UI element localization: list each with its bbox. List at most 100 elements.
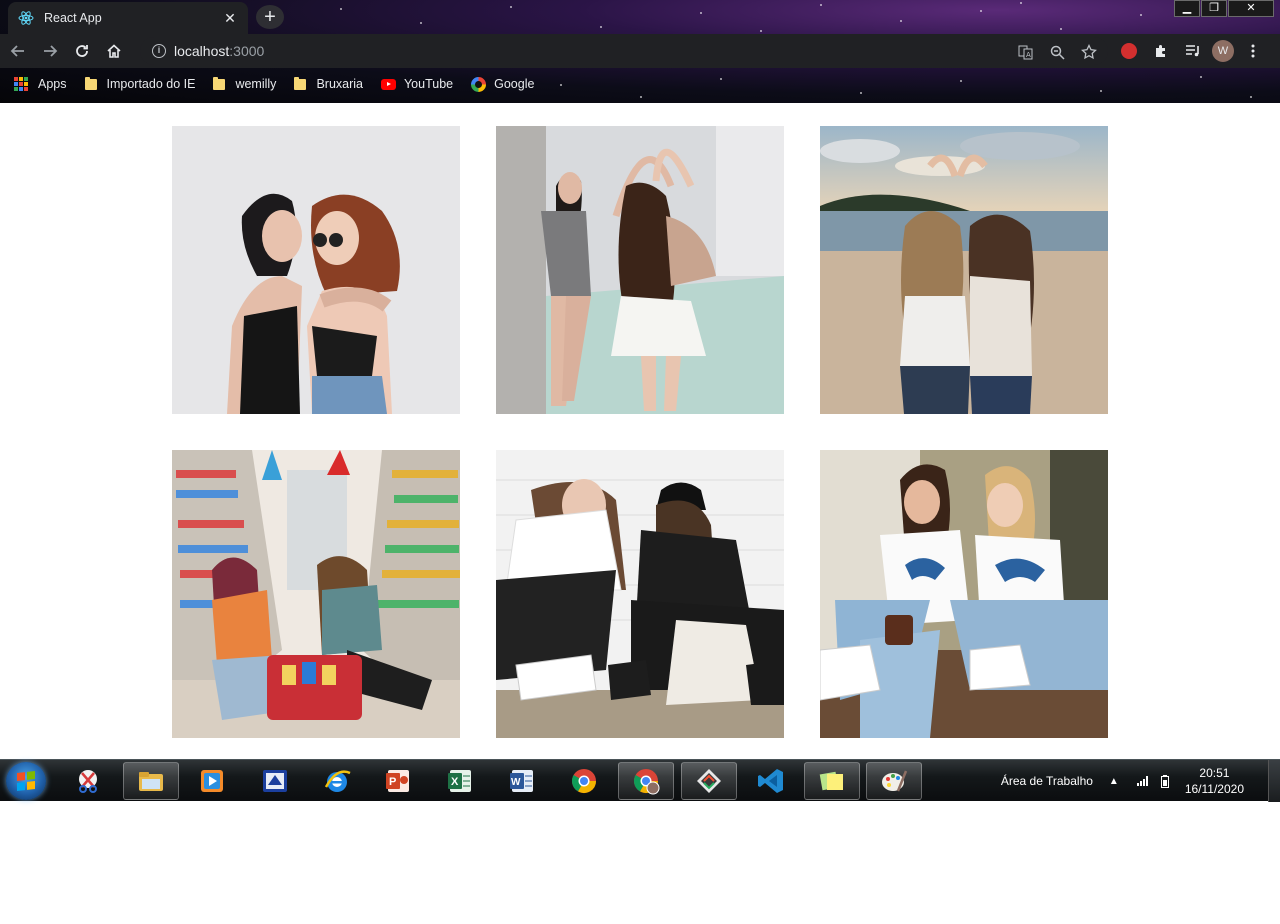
desktop-toolbar-label[interactable]: Área de Trabalho [1001, 774, 1093, 788]
bookmark-label: YouTube [403, 77, 454, 91]
taskbar-vscode[interactable] [743, 762, 799, 800]
info-icon[interactable]: i [152, 44, 166, 58]
profile-avatar[interactable]: W [1212, 40, 1234, 62]
tab-close-icon[interactable]: ✕ [222, 10, 238, 26]
reload-icon [76, 45, 88, 57]
bookmark-label: Importado do IE [106, 77, 196, 91]
zoom-out-icon[interactable] [1046, 41, 1068, 63]
reload-button[interactable] [68, 37, 96, 65]
svg-text:A: A [1026, 51, 1031, 59]
menu-kebab-icon[interactable] [1240, 38, 1266, 64]
extensions-puzzle-icon[interactable] [1148, 38, 1174, 64]
paint-icon [882, 770, 908, 792]
media-control-icon[interactable] [1180, 38, 1206, 64]
url-port: :3000 [229, 43, 265, 59]
bookmark-star-icon[interactable] [1078, 41, 1100, 63]
apps-grid-icon [14, 77, 28, 91]
taskbar-snipping-tool[interactable] [60, 762, 116, 800]
arrow-left-icon [10, 45, 24, 57]
taskbar-paint[interactable] [866, 762, 922, 800]
photo-two-friends-hugging[interactable] [172, 126, 460, 414]
taskbar-git-kraken[interactable] [681, 762, 737, 800]
windows-taskbar: P X W Área de Trabalho ▲ 20:51 16/11/202… [0, 759, 1280, 802]
excel-icon: X [448, 770, 471, 792]
youtube-icon [380, 78, 396, 90]
file-explorer-icon [139, 772, 163, 791]
tab-react-app[interactable]: React App ✕ [8, 2, 248, 34]
back-button[interactable] [4, 37, 32, 65]
bookmark-youtube[interactable]: YouTube [380, 77, 454, 91]
url-host: localhost [174, 43, 230, 59]
internet-explorer-icon [324, 770, 351, 792]
bookmark-wemilly[interactable]: wemilly [213, 76, 277, 91]
svg-text:P: P [389, 776, 396, 788]
bookmark-label: wemilly [235, 77, 277, 91]
network-icon[interactable] [1136, 775, 1149, 787]
word-icon: W [510, 770, 533, 792]
taskbar-excel[interactable]: X [432, 762, 488, 800]
snipping-tool-icon [79, 770, 97, 793]
new-tab-button[interactable]: + [256, 5, 284, 29]
bookmark-importado-do-ie[interactable]: Importado do IE [84, 76, 196, 91]
powerpoint-icon: P [386, 770, 409, 792]
browser-chrome: React App ✕ + ▁ ❐ ✕ i localhost :3000 A … [0, 0, 1280, 103]
photo-friends-sitting-wall[interactable] [496, 450, 784, 738]
translate-icon[interactable]: A [1014, 41, 1036, 63]
clock-time: 20:51 [1199, 766, 1230, 780]
bookmark-bruxaria[interactable]: Bruxaria [294, 76, 363, 91]
taskbar-virtualbox[interactable] [247, 762, 303, 800]
forward-button[interactable] [36, 37, 64, 65]
taskbar-chrome[interactable] [556, 762, 612, 800]
tab-title: React App [44, 11, 102, 25]
chrome-icon [571, 769, 596, 794]
taskbar-internet-explorer[interactable] [309, 762, 365, 800]
sticky-notes-icon [819, 771, 843, 791]
git-kraken-icon [697, 769, 721, 793]
bookmark-label: Bruxaria [316, 77, 363, 91]
start-button[interactable] [6, 762, 46, 800]
photo-friends-heart-beach[interactable] [820, 126, 1108, 414]
taskbar-file-explorer[interactable] [123, 762, 179, 800]
page-viewport [0, 103, 1280, 759]
minimize-button[interactable]: ▁ [1174, 0, 1200, 17]
system-tray: Área de Trabalho ▲ 20:51 16/11/2020 [1001, 760, 1280, 802]
media-player-icon [201, 770, 223, 792]
folder-icon [213, 76, 226, 90]
chevron-up-icon[interactable]: ▲ [1109, 776, 1119, 787]
taskbar-powerpoint[interactable]: P [370, 762, 426, 800]
window-controls: ▁ ❐ ✕ [1173, 0, 1274, 17]
vscode-icon [758, 769, 783, 793]
address-bar[interactable]: i localhost :3000 A [140, 37, 1108, 65]
windows-logo-icon [17, 771, 35, 791]
taskbar-chrome-profile[interactable] [618, 762, 674, 800]
battery-icon[interactable] [1160, 774, 1173, 788]
adblock-extension-icon[interactable] [1116, 38, 1142, 64]
browser-toolbar: i localhost :3000 A W [0, 34, 1280, 68]
chrome-profile-icon [633, 769, 660, 795]
taskbar-sticky-notes[interactable] [804, 762, 860, 800]
bookmark-apps[interactable]: Apps [14, 77, 67, 91]
photo-friends-heart-arms-wall[interactable] [496, 126, 784, 414]
taskbar-media-player[interactable] [184, 762, 240, 800]
omnibox-actions: A [1004, 41, 1100, 63]
show-desktop-button[interactable] [1268, 760, 1280, 802]
restore-button[interactable]: ❐ [1201, 0, 1227, 17]
photo-gallery [172, 126, 1108, 738]
svg-text:X: X [451, 776, 459, 788]
svg-text:W: W [511, 777, 521, 788]
photo-friends-supermarket[interactable] [172, 450, 460, 738]
virtualbox-icon [263, 770, 287, 792]
tab-strip: React App ✕ + ▁ ❐ ✕ [0, 0, 1280, 34]
react-icon [18, 10, 34, 26]
bookmark-google[interactable]: Google [471, 76, 534, 92]
bookmark-label: Apps [38, 77, 67, 91]
extensions-area: W [1116, 38, 1272, 64]
photo-friends-levis-shirts[interactable] [820, 450, 1108, 738]
home-icon [107, 44, 121, 58]
taskbar-clock[interactable]: 20:51 16/11/2020 [1185, 765, 1244, 797]
google-icon [471, 76, 487, 92]
home-button[interactable] [100, 37, 128, 65]
close-window-button[interactable]: ✕ [1228, 0, 1274, 17]
taskbar-word[interactable]: W [494, 762, 550, 800]
arrow-right-icon [44, 45, 58, 57]
